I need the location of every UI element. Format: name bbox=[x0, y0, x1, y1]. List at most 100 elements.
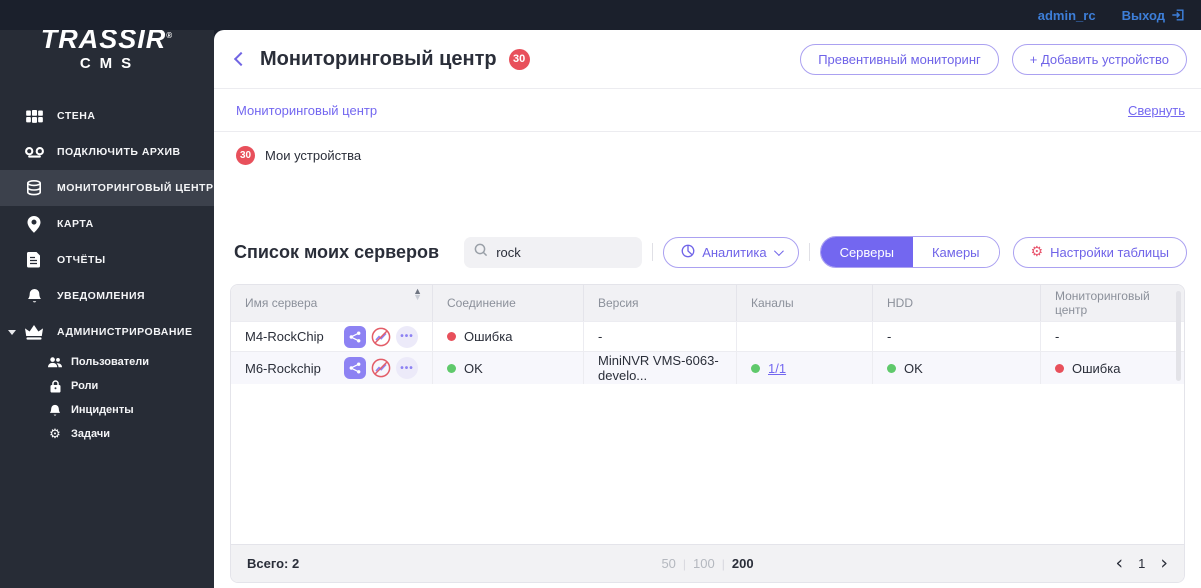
add-device-button[interactable]: + Добавить устройство bbox=[1011, 43, 1187, 75]
connection-status: Ошибка bbox=[464, 329, 513, 344]
current-user[interactable]: admin_rc bbox=[1038, 8, 1096, 23]
main-content: Мониторинговый центр 30 Превентивный мон… bbox=[214, 30, 1201, 588]
lock-icon bbox=[48, 379, 62, 393]
table-row[interactable]: M6-Rockchip ••• OK MiniNVR VMS-6063-deve… bbox=[231, 351, 1184, 384]
version-value: MiniNVR VMS-6063-develo... bbox=[598, 353, 719, 383]
topbar: admin_rc Выход bbox=[0, 0, 1201, 30]
gear-icon: ⚙ bbox=[1030, 244, 1044, 260]
sidebar-subitem-tasks[interactable]: ⚙ Задачи bbox=[0, 422, 214, 446]
server-list-toolbar: Список моих серверов Аналитика Серверы К… bbox=[214, 235, 1201, 269]
sidebar-item-monitoring-center[interactable]: Мониторинговый центр bbox=[0, 170, 214, 206]
toggle-servers[interactable]: Серверы bbox=[820, 237, 913, 267]
view-toggle: Серверы Камеры bbox=[819, 236, 1000, 268]
voicemail-icon bbox=[24, 146, 44, 158]
breadcrumb: Мониторинговый центр Свернуть bbox=[214, 89, 1201, 131]
page-size-50[interactable]: 50 bbox=[661, 556, 675, 571]
sidebar-item-label: Подключить архив bbox=[57, 146, 181, 158]
prev-page-icon[interactable]: ‹ bbox=[1116, 554, 1124, 573]
status-dot-ok bbox=[751, 363, 760, 373]
chevron-down-icon[interactable] bbox=[8, 329, 16, 335]
monitoring-value: - bbox=[1055, 329, 1060, 344]
report-icon bbox=[24, 252, 44, 268]
search-input[interactable] bbox=[496, 244, 617, 260]
logo-subtitle: CMS bbox=[79, 55, 141, 72]
crown-icon bbox=[24, 324, 44, 340]
server-name: M6-Rockchip bbox=[245, 360, 321, 376]
server-list-title: Список моих серверов bbox=[234, 241, 440, 262]
more-actions-icon[interactable]: ••• bbox=[396, 325, 418, 348]
next-page-icon[interactable]: › bbox=[1160, 554, 1168, 573]
total-count: Всего: 2 bbox=[247, 556, 300, 571]
sidebar-item-administration[interactable]: Администрирование bbox=[0, 314, 214, 350]
column-header-label: Каналы bbox=[751, 296, 794, 310]
analytics-dropdown-button[interactable]: Аналитика bbox=[663, 236, 799, 268]
servers-table: Имя сервера ▲ ▼ Соединение Версия Каналы … bbox=[230, 284, 1185, 583]
logo: TRASSIR® CMS bbox=[0, 26, 214, 73]
more-actions-icon[interactable]: ••• bbox=[396, 357, 418, 379]
pagination: ‹ 1 › bbox=[1116, 554, 1168, 573]
search-box[interactable] bbox=[464, 236, 643, 268]
preventive-monitoring-button[interactable]: Превентивный мониторинг bbox=[800, 43, 999, 75]
column-header-channels[interactable]: Каналы bbox=[737, 285, 873, 321]
logout-icon bbox=[1171, 8, 1185, 22]
page-header: Мониторинговый центр 30 Превентивный мон… bbox=[214, 30, 1201, 88]
table-settings-button[interactable]: ⚙ Настройки таблицы bbox=[1012, 236, 1187, 268]
bell-icon bbox=[24, 288, 44, 304]
search-icon bbox=[474, 243, 488, 262]
chevron-down-icon bbox=[773, 245, 784, 256]
analytics-disabled-icon[interactable] bbox=[370, 326, 392, 348]
version-value: - bbox=[598, 329, 603, 344]
sidebar-subitem-label: Задачи bbox=[71, 428, 110, 440]
hdd-status: OK bbox=[904, 360, 923, 376]
breadcrumb-item[interactable]: Мониторинговый центр bbox=[236, 103, 377, 118]
column-header-server-name[interactable]: Имя сервера ▲ ▼ bbox=[231, 285, 433, 321]
sidebar-item-notifications[interactable]: Уведомления bbox=[0, 278, 214, 314]
sidebar-item-map[interactable]: Карта bbox=[0, 206, 214, 242]
devices-group-row[interactable]: 30 Мои устройства bbox=[214, 132, 1201, 178]
back-button[interactable] bbox=[233, 51, 249, 67]
divider: | bbox=[682, 556, 687, 571]
column-header-hdd[interactable]: HDD bbox=[873, 285, 1041, 321]
connection-status: OK bbox=[464, 360, 483, 376]
table-footer: Всего: 2 50 | 100 | 200 ‹ 1 › bbox=[231, 544, 1184, 582]
column-header-monitoring-center[interactable]: Мониторинговый центр bbox=[1041, 285, 1184, 321]
sort-icon[interactable]: ▲ ▼ bbox=[413, 287, 422, 301]
divider bbox=[652, 243, 654, 261]
table-header-row: Имя сервера ▲ ▼ Соединение Версия Каналы … bbox=[231, 285, 1184, 321]
page-title: Мониторинговый центр bbox=[260, 47, 497, 70]
sidebar-subitem-label: Инциденты bbox=[71, 404, 134, 416]
collapse-link[interactable]: Свернуть bbox=[1128, 103, 1185, 118]
toggle-cameras[interactable]: Камеры bbox=[912, 237, 999, 267]
hdd-value: - bbox=[887, 329, 892, 344]
users-icon bbox=[48, 356, 62, 368]
analytics-label: Аналитика bbox=[702, 244, 767, 260]
column-header-label: Имя сервера bbox=[245, 296, 318, 310]
monitoring-status: Ошибка bbox=[1072, 360, 1121, 376]
sidebar-subitem-label: Пользователи bbox=[71, 356, 150, 368]
divider bbox=[808, 243, 810, 261]
sidebar-item-wall[interactable]: Стена bbox=[0, 98, 214, 134]
status-dot-ok bbox=[887, 363, 896, 373]
column-header-connection[interactable]: Соединение bbox=[433, 285, 584, 321]
devices-count-badge: 30 bbox=[236, 145, 255, 165]
table-row[interactable]: M4-RockChip ••• Ошибка - - - bbox=[231, 321, 1184, 351]
sidebar-item-label: Отчёты bbox=[57, 254, 106, 266]
page-size-200[interactable]: 200 bbox=[732, 556, 754, 571]
share-icon[interactable] bbox=[344, 325, 366, 348]
sidebar-item-connect-archive[interactable]: Подключить архив bbox=[0, 134, 214, 170]
share-icon[interactable] bbox=[344, 357, 366, 379]
logo-registered-mark: ® bbox=[166, 31, 174, 40]
sidebar-subitem-incidents[interactable]: Инциденты bbox=[0, 398, 214, 422]
page-size-100[interactable]: 100 bbox=[693, 556, 715, 571]
scrollbar[interactable] bbox=[1176, 291, 1181, 381]
logout-button[interactable]: Выход bbox=[1122, 8, 1185, 23]
sidebar-subitem-users[interactable]: Пользователи bbox=[0, 350, 214, 374]
current-page: 1 bbox=[1138, 556, 1146, 571]
channels-link[interactable]: 1/1 bbox=[768, 361, 786, 376]
devices-group-label: Мои устройства bbox=[265, 147, 362, 163]
sidebar-subitem-roles[interactable]: Роли bbox=[0, 374, 214, 398]
analytics-disabled-icon[interactable] bbox=[370, 357, 392, 379]
analytics-icon bbox=[681, 244, 695, 261]
sidebar-item-reports[interactable]: Отчёты bbox=[0, 242, 214, 278]
column-header-version[interactable]: Версия bbox=[584, 285, 737, 321]
